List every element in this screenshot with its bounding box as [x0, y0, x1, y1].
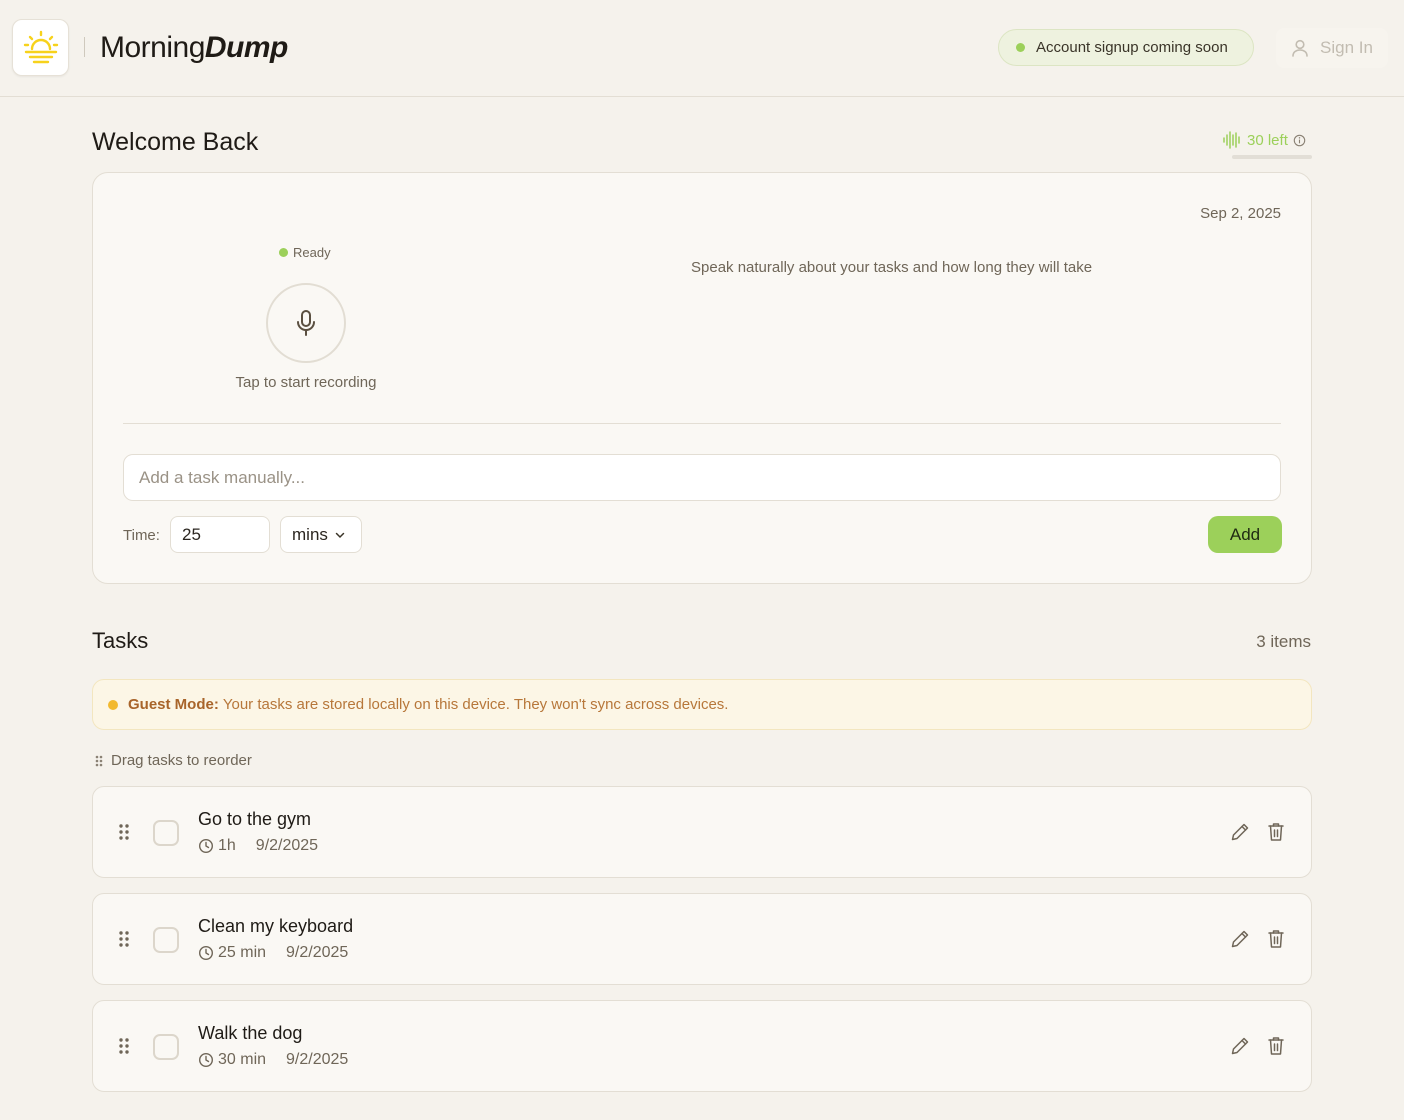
guest-mode-label: Guest Mode: — [128, 696, 219, 713]
recorder-card: Sep 2, 2025 Ready Tap to start recording… — [92, 172, 1312, 584]
task-title: Go to the gym — [198, 809, 312, 829]
pencil-icon[interactable] — [1229, 928, 1251, 950]
time-label: Time: — [123, 527, 160, 544]
add-task-button[interactable]: Add — [1208, 516, 1282, 553]
drag-hint: Drag tasks to reorder — [94, 752, 252, 769]
brand-name: MorningDump — [100, 30, 288, 66]
manual-task-input[interactable] — [123, 454, 1281, 501]
task-row[interactable]: Go to the gym 1h 9/2/2025 — [92, 786, 1312, 878]
drag-handle-icon[interactable] — [118, 1037, 130, 1055]
info-icon[interactable] — [1293, 134, 1306, 147]
page-title: Welcome Back — [92, 128, 259, 156]
task-checkbox[interactable] — [153, 820, 179, 846]
time-unit-select[interactable]: mins — [280, 516, 362, 553]
brand-name-bold: Dump — [204, 31, 289, 64]
ready-dot — [279, 248, 288, 257]
card-divider — [123, 423, 1281, 424]
chevron-down-icon — [335, 532, 345, 538]
pencil-icon[interactable] — [1229, 1035, 1251, 1057]
signup-notice-text: Account signup coming soon — [1036, 39, 1228, 56]
signup-notice-badge: Account signup coming soon — [998, 29, 1254, 66]
task-meta: 25 min 9/2/2025 — [198, 944, 348, 962]
task-row[interactable]: Clean my keyboard 25 min 9/2/2025 — [92, 893, 1312, 985]
trash-icon[interactable] — [1266, 1035, 1286, 1057]
guest-mode-message: Your tasks are stored locally on this de… — [222, 696, 729, 713]
clock-icon — [198, 838, 214, 854]
logo-divider — [84, 37, 85, 57]
task-title: Walk the dog — [198, 1023, 303, 1043]
speak-hint: Speak naturally about your tasks and how… — [691, 259, 1093, 276]
microphone-icon — [297, 310, 315, 336]
task-date: 9/2/2025 — [286, 1051, 349, 1068]
task-duration: 1h — [218, 837, 236, 854]
credits-counter[interactable]: 30 left — [1222, 130, 1306, 150]
drag-handle-icon[interactable] — [118, 930, 130, 948]
task-checkbox[interactable] — [153, 927, 179, 953]
clock-icon — [198, 1052, 214, 1068]
task-duration: 30 min — [218, 1051, 267, 1068]
task-date: 9/2/2025 — [286, 944, 349, 961]
trash-icon[interactable] — [1266, 928, 1286, 950]
brand-name-regular: Morning — [100, 31, 205, 64]
task-duration: 25 min — [218, 944, 267, 961]
warning-dot — [108, 699, 118, 710]
guest-mode-banner: Guest Mode: Your tasks are stored locall… — [92, 679, 1312, 730]
waveform-icon — [1223, 131, 1240, 149]
tap-to-record-hint: Tap to start recording — [235, 374, 377, 391]
task-checkbox[interactable] — [153, 1034, 179, 1060]
task-date: 9/2/2025 — [255, 837, 319, 854]
current-date: Sep 2, 2025 — [1200, 205, 1281, 222]
drag-handle-icon — [95, 755, 103, 766]
recorder-status-text: Ready — [293, 245, 331, 260]
time-unit-value: mins — [292, 524, 328, 544]
task-meta: 1h 9/2/2025 — [198, 837, 318, 855]
recorder-status: Ready — [279, 245, 331, 260]
record-button[interactable] — [266, 283, 346, 363]
sign-in-button[interactable]: Sign In — [1276, 28, 1388, 68]
top-header: MorningDump Account signup coming soon S… — [0, 0, 1404, 97]
drag-handle-icon[interactable] — [118, 823, 130, 841]
trash-icon[interactable] — [1266, 821, 1286, 843]
status-dot — [1016, 43, 1025, 52]
app-logo[interactable] — [12, 19, 69, 76]
task-meta: 30 min 9/2/2025 — [198, 1051, 348, 1069]
drag-hint-text: Drag tasks to reorder — [111, 752, 252, 769]
tasks-count: 3 items — [1256, 632, 1311, 651]
task-title: Clean my keyboard — [198, 916, 354, 936]
pencil-icon[interactable] — [1229, 821, 1251, 843]
time-input[interactable] — [170, 516, 270, 553]
clock-icon — [198, 945, 214, 961]
credits-left-text: 30 left — [1247, 131, 1288, 149]
tasks-title: Tasks — [92, 628, 149, 653]
user-icon — [1292, 39, 1308, 57]
sun-logo-icon — [23, 30, 58, 63]
task-row[interactable]: Walk the dog 30 min 9/2/2025 — [92, 1000, 1312, 1092]
credits-progress-bar — [1232, 155, 1312, 159]
sign-in-label: Sign In — [1320, 38, 1373, 57]
